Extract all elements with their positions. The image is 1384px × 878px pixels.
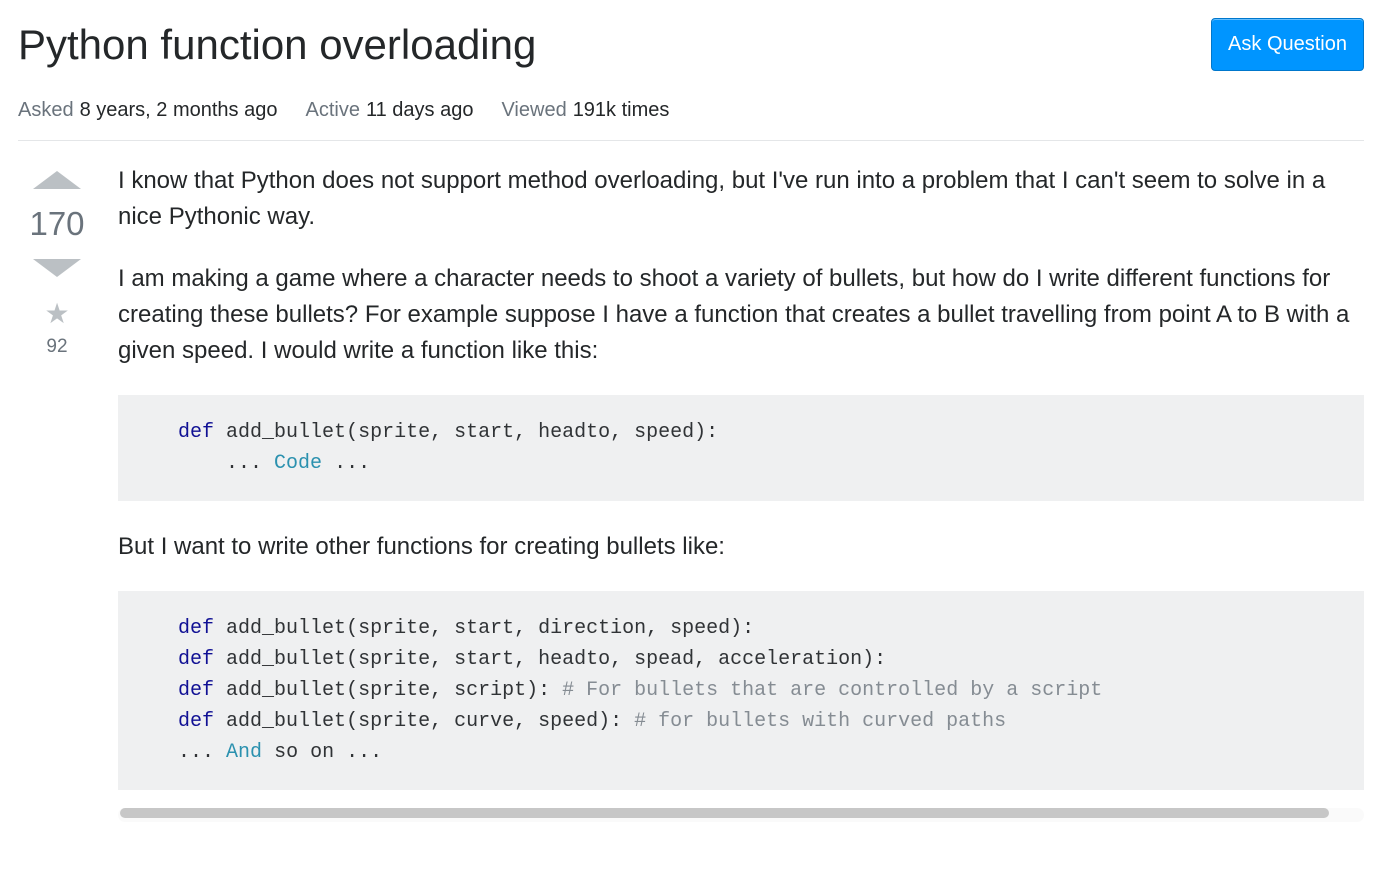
favorite-star-icon[interactable]: ★ xyxy=(44,297,69,330)
ask-question-button[interactable]: Ask Question xyxy=(1211,18,1364,71)
code-block: def add_bullet(sprite, start, headto, sp… xyxy=(118,395,1364,501)
asked-label: Asked xyxy=(18,99,74,121)
paragraph: I am making a game where a character nee… xyxy=(118,261,1364,369)
viewed-meta: Viewed 191k times xyxy=(501,99,669,122)
favorite-count: 92 xyxy=(46,336,67,358)
paragraph: I know that Python does not support meth… xyxy=(118,163,1364,235)
question-body: I know that Python does not support meth… xyxy=(96,163,1384,822)
code-block: def add_bullet(sprite, start, direction,… xyxy=(118,591,1364,790)
asked-value: 8 years, 2 months ago xyxy=(80,99,278,121)
question-meta: Asked 8 years, 2 months ago Active 11 days… xyxy=(18,99,1364,141)
downvote-button[interactable] xyxy=(33,259,81,277)
horizontal-scrollbar[interactable] xyxy=(118,808,1364,822)
viewed-label: Viewed xyxy=(501,99,566,121)
question-title: Python function overloading xyxy=(18,18,536,73)
paragraph: But I want to write other functions for … xyxy=(118,529,1364,565)
scrollbar-thumb[interactable] xyxy=(120,808,1329,818)
vote-score: 170 xyxy=(29,205,84,243)
active-value: 11 days ago xyxy=(366,99,474,121)
upvote-button[interactable] xyxy=(33,171,81,189)
viewed-value: 191k times xyxy=(573,99,670,121)
asked-meta: Asked 8 years, 2 months ago xyxy=(18,99,277,122)
active-meta: Active 11 days ago xyxy=(305,99,473,122)
active-label: Active xyxy=(305,99,359,121)
vote-column: 170 ★ 92 xyxy=(18,163,96,822)
